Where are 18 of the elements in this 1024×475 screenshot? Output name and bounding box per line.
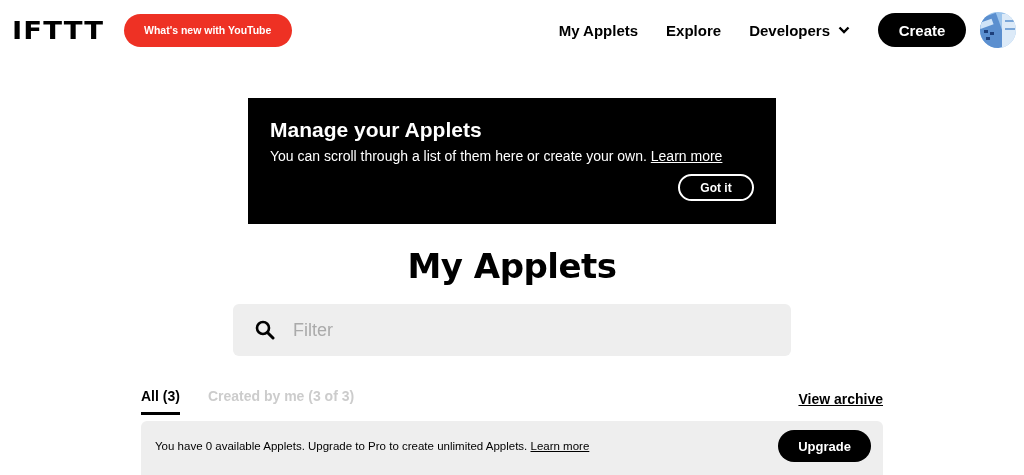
page-title: My Applets — [407, 246, 617, 286]
upgrade-text: You have 0 available Applets. Upgrade to Pro to create unlimited Applets. Learn more — [155, 440, 591, 452]
view-archive-link[interactable]: View archive — [798, 391, 883, 407]
upgrade-button[interactable]: Upgrade — [778, 430, 871, 462]
nav-link[interactable]: Explore — [666, 21, 722, 39]
banner-text: You can scroll through a list of them here or create your own. Learn more — [270, 148, 724, 164]
got-it-button[interactable]: Got it — [678, 174, 754, 201]
search-field[interactable]: Filter — [233, 304, 791, 356]
logo[interactable]: IFTTT — [12, 15, 105, 45]
promo-button[interactable]: What's new with YouTube — [123, 13, 292, 47]
chevron-down-icon — [838, 26, 850, 34]
filter-tab[interactable]: All (3) — [141, 388, 180, 415]
banner-title: Manage your Applets — [270, 118, 483, 142]
nav-link[interactable]: My Applets — [558, 21, 639, 39]
learn-more-link[interactable]: Learn more — [650, 148, 723, 164]
create-button[interactable]: Create — [878, 13, 966, 47]
learn-more-link[interactable]: Learn more — [530, 440, 590, 452]
nav-dropdown[interactable]: Developers — [749, 21, 850, 39]
